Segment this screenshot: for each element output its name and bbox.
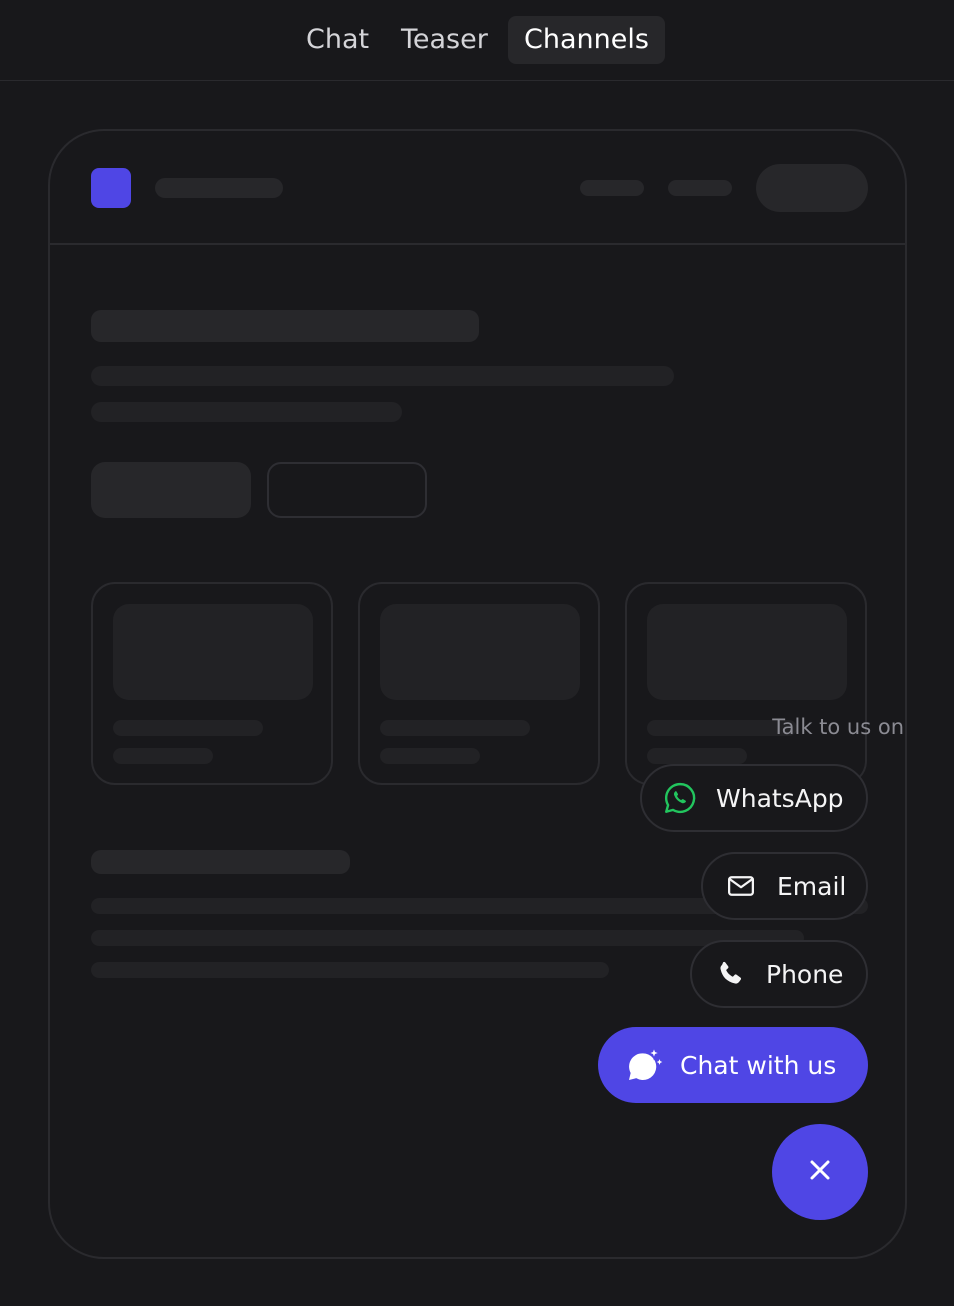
tab-channels[interactable]: Channels: [508, 16, 665, 64]
whatsapp-icon: [662, 780, 698, 816]
tab-teaser[interactable]: Teaser: [385, 16, 504, 64]
whatsapp-button[interactable]: WhatsApp: [640, 764, 868, 832]
close-widget-button[interactable]: [772, 1124, 868, 1220]
mail-icon: [723, 868, 759, 904]
site-name-skeleton: [155, 178, 283, 198]
card-image-skeleton: [647, 604, 847, 700]
hero-outline-button-skeleton: [267, 462, 427, 518]
phone-label: Phone: [766, 959, 844, 989]
chat-with-us-button[interactable]: Chat with us: [598, 1027, 868, 1103]
hero-text-skeleton: [91, 366, 674, 386]
card-line-skeleton: [380, 748, 480, 764]
card-skeleton: [358, 582, 600, 785]
close-icon: [808, 1158, 832, 1186]
hero-title-skeleton: [91, 310, 479, 342]
phone-button[interactable]: Phone: [690, 940, 868, 1008]
card-line-skeleton: [113, 748, 213, 764]
section-text-skeleton: [91, 962, 609, 978]
card-image-skeleton: [380, 604, 580, 700]
card-line-skeleton: [647, 748, 747, 764]
email-button[interactable]: Email: [701, 852, 868, 920]
site-preview-frame: Talk to us on WhatsApp Email Phone Chat …: [48, 129, 907, 1259]
section-title-skeleton: [91, 850, 350, 874]
card-image-skeleton: [113, 604, 313, 700]
nav-link-skeleton: [580, 180, 644, 196]
chat-with-us-label: Chat with us: [680, 1050, 837, 1080]
tab-chat[interactable]: Chat: [290, 16, 385, 64]
phone-icon: [712, 956, 748, 992]
chat-sparkle-icon: [624, 1045, 664, 1085]
card-line-skeleton: [113, 720, 263, 736]
site-logo-placeholder: [91, 168, 131, 208]
channels-heading: Talk to us on: [772, 715, 904, 739]
hero-button-skeleton: [91, 462, 251, 518]
card-line-skeleton: [380, 720, 530, 736]
card-skeleton: [91, 582, 333, 785]
hero-text-skeleton: [91, 402, 402, 422]
email-label: Email: [777, 871, 847, 901]
whatsapp-label: WhatsApp: [716, 783, 844, 813]
nav-link-skeleton: [668, 180, 732, 196]
site-header-skeleton: [50, 131, 905, 245]
card-skeleton: [625, 582, 867, 785]
preview-tab-bar: Chat Teaser Channels: [0, 0, 954, 81]
section-text-skeleton: [91, 930, 804, 946]
nav-button-skeleton: [756, 164, 868, 212]
